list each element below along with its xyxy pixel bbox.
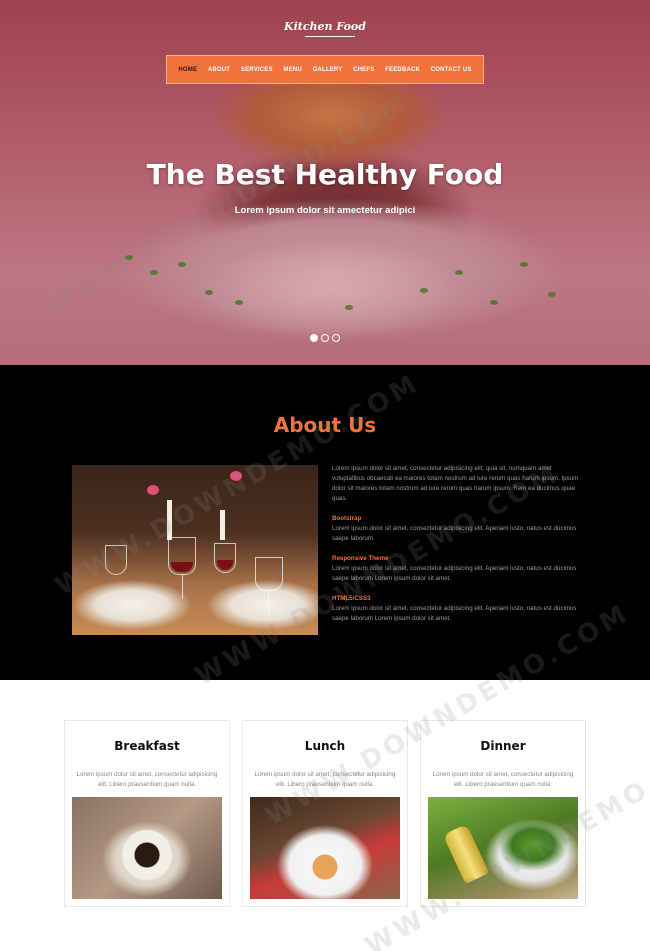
candle (220, 510, 225, 540)
card-title: Breakfast (114, 739, 180, 753)
nav-contact-us[interactable]: CONTACT US (431, 67, 472, 73)
card-description: Lorem ipsum dolor sit amet, consectetur … (432, 771, 574, 788)
about-intro: Lorem ipsum dolor sit amet, consectetur … (332, 465, 579, 502)
main-nav: HOME ABOUT SERVICES MENU GALLERY CHEFS F… (166, 55, 484, 84)
about-heading-responsive: Responsive Theme (332, 555, 389, 562)
meal-card-breakfast: Breakfast Lorem ipsum dolor sit amet, co… (64, 720, 230, 907)
rose (230, 471, 242, 481)
garnish (205, 290, 213, 295)
glass-stem (268, 591, 269, 615)
wine-glass (214, 543, 236, 573)
garnish (345, 305, 353, 310)
garnish (235, 300, 243, 305)
about-heading-bootstrap: Bootstrap (332, 515, 362, 522)
glass (105, 545, 127, 575)
about-title: About Us (273, 413, 377, 437)
about-text: Lorem ipsum dolor sit amet, consectetur … (332, 464, 582, 624)
hero-title: The Best Healthy Food (146, 158, 504, 191)
garnish (520, 262, 528, 267)
card-description: Lorem ipsum dolor sit amet, consectetur … (254, 771, 396, 788)
oil-bottle (442, 824, 490, 884)
lunch-image (250, 797, 400, 899)
about-heading-html5: HTML5/CSS3 (332, 595, 371, 602)
garnish (455, 270, 463, 275)
nav-about[interactable]: ABOUT (208, 67, 230, 73)
slider-dot-2[interactable] (321, 334, 329, 342)
about-text-html5: Lorem ipsum dolor sit amet, consectetur … (332, 605, 577, 622)
about-section: About Us Lorem ipsum dolor sit amet, con… (0, 365, 650, 680)
hero-subtitle: Lorem ipsum dolor sit amectetur adipici (234, 205, 416, 216)
brand-logo[interactable]: Kitchen Food (0, 20, 650, 33)
about-text-responsive: Lorem ipsum dolor sit amet, consectetur … (332, 565, 577, 582)
nav-chefs[interactable]: CHEFS (353, 67, 374, 73)
wine-glass (168, 537, 196, 575)
about-text-bootstrap: Lorem ipsum dolor sit amet, consectetur … (332, 525, 577, 542)
slider-dot-3[interactable] (332, 334, 340, 342)
card-title: Dinner (480, 739, 526, 753)
nav-services[interactable]: SERVICES (241, 67, 273, 73)
garnish (420, 288, 428, 293)
slider-dot-1[interactable] (310, 334, 318, 342)
candle (167, 500, 172, 540)
nav-home[interactable]: HOME (178, 67, 197, 73)
card-title: Lunch (304, 739, 346, 753)
dinner-image (428, 797, 578, 899)
nav-feedback[interactable]: FEEDBACK (385, 67, 420, 73)
meal-card-dinner: Dinner Lorem ipsum dolor sit amet, conse… (420, 720, 586, 907)
meal-card-lunch: Lunch Lorem ipsum dolor sit amet, consec… (242, 720, 408, 907)
garnish (150, 270, 158, 275)
breakfast-image (72, 797, 222, 899)
nav-gallery[interactable]: GALLERY (313, 67, 343, 73)
rose (147, 485, 159, 495)
card-description: Lorem ipsum dolor sit amet, consectetur … (76, 771, 218, 788)
garnish (178, 262, 186, 267)
garnish (490, 300, 498, 305)
glass-stem (182, 575, 183, 599)
logo-underline (305, 36, 355, 37)
garnish (548, 292, 556, 297)
garnish (125, 255, 133, 260)
slider-dots (310, 334, 340, 342)
nav-menu[interactable]: MENU (283, 67, 301, 73)
glass (255, 557, 283, 591)
about-image (72, 465, 318, 635)
